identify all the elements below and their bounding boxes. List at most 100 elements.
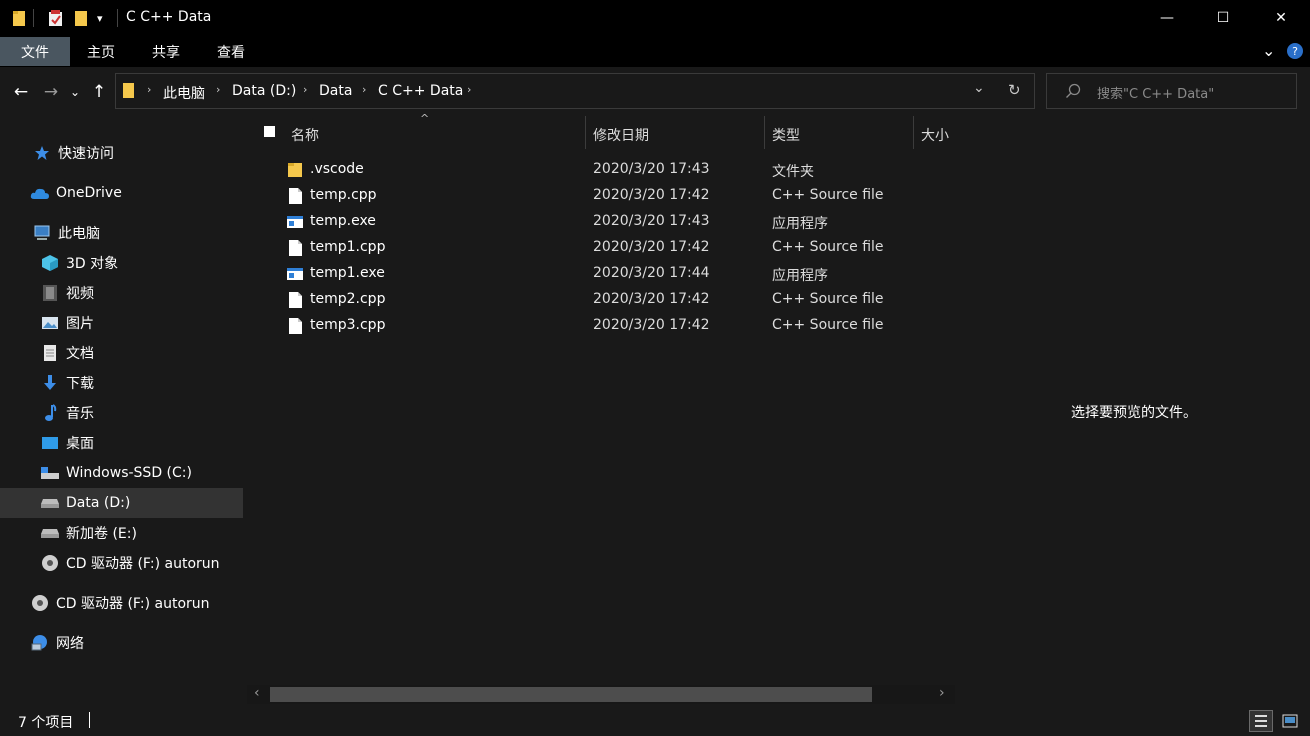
file-type: C++ Source file	[772, 187, 884, 203]
nav-item-desktop[interactable]: 桌面	[0, 428, 243, 458]
music-icon	[40, 403, 60, 423]
up-button[interactable]: ↑	[88, 81, 110, 103]
drive-icon	[40, 523, 60, 543]
nav-item-videos[interactable]: 视频	[0, 278, 243, 308]
refresh-icon[interactable]: ↻	[1008, 81, 1021, 99]
properties-icon[interactable]	[48, 9, 64, 27]
file-row[interactable]: temp.cpp 2020/3/20 17:42 C++ Source file	[247, 183, 955, 209]
cd-drive-icon	[40, 553, 60, 573]
file-list: 名称 ^ 修改日期 类型 大小 .vscode 2020/3/20 17:43 …	[247, 112, 955, 704]
drive-icon	[40, 493, 60, 513]
tab-file[interactable]: 文件	[0, 37, 70, 66]
details-view-icon[interactable]	[1249, 710, 1273, 732]
address-bar[interactable]: › 此电脑 › Data (D:) › Data › C C++ Data › …	[115, 73, 1035, 109]
file-type: C++ Source file	[772, 239, 884, 255]
back-button[interactable]: ←	[10, 81, 32, 103]
customize-quick-access-icon[interactable]: ▾	[97, 9, 103, 27]
nav-item-label: 文档	[66, 346, 94, 362]
scrollbar-thumb[interactable]	[270, 687, 872, 702]
breadcrumb-separator[interactable]: ›	[147, 83, 151, 96]
nav-item-cd-drive-root[interactable]: CD 驱动器 (F:) autorun	[0, 588, 243, 618]
nav-item-network[interactable]: 网络	[0, 628, 243, 658]
nav-item-quick-access[interactable]: 快速访问	[0, 138, 243, 168]
nav-item-music[interactable]: 音乐	[0, 398, 243, 428]
nav-item-label: 音乐	[66, 406, 94, 422]
scroll-right-icon[interactable]: ›	[939, 685, 945, 701]
file-modified: 2020/3/20 17:42	[593, 317, 710, 333]
breadcrumb-separator[interactable]: ›	[216, 83, 220, 96]
search-placeholder: 搜索"C C++ Data"	[1097, 87, 1215, 102]
file-row[interactable]: temp3.cpp 2020/3/20 17:42 C++ Source fil…	[247, 313, 955, 339]
horizontal-scrollbar[interactable]: ‹ ›	[247, 685, 955, 704]
file-row[interactable]: temp.exe 2020/3/20 17:43 应用程序	[247, 209, 955, 235]
divider	[117, 9, 118, 27]
maximize-button[interactable]: ☐	[1194, 0, 1252, 36]
breadcrumb-this-pc[interactable]: 此电脑	[163, 83, 205, 103]
breadcrumb-separator[interactable]: ›	[362, 83, 366, 96]
ribbon: 文件 主页 共享 查看 ⌄ ?	[0, 37, 1310, 67]
nav-item-drive-e[interactable]: 新加卷 (E:)	[0, 518, 243, 548]
tab-view[interactable]: 查看	[200, 37, 262, 66]
folder-icon	[288, 163, 302, 177]
file-row[interactable]: temp1.exe 2020/3/20 17:44 应用程序	[247, 261, 955, 287]
nav-item-onedrive[interactable]: OneDrive	[0, 178, 243, 208]
help-icon[interactable]: ?	[1287, 43, 1303, 59]
nav-item-downloads[interactable]: 下载	[0, 368, 243, 398]
nav-item-label: CD 驱动器 (F:) autorun	[66, 556, 220, 572]
file-name: temp3.cpp	[310, 317, 386, 333]
column-divider[interactable]	[585, 116, 586, 149]
recent-locations-button[interactable]: ⌄	[64, 81, 86, 103]
file-row[interactable]: temp2.cpp 2020/3/20 17:42 C++ Source fil…	[247, 287, 955, 313]
breadcrumb-drive-d[interactable]: Data (D:)	[232, 83, 296, 99]
cloud-icon	[30, 183, 50, 203]
close-button[interactable]: ✕	[1252, 0, 1310, 36]
tab-share[interactable]: 共享	[135, 37, 197, 66]
file-type: 文件夹	[772, 164, 814, 180]
breadcrumb-data[interactable]: Data	[319, 83, 352, 99]
scroll-left-icon[interactable]: ‹	[254, 685, 260, 701]
address-row: ← → ⌄ ↑ › 此电脑 › Data (D:) › Data › C C++…	[0, 67, 1310, 116]
sort-ascending-icon: ^	[420, 112, 430, 125]
breadcrumb-c-cpp-data[interactable]: C C++ Data	[378, 83, 463, 99]
minimize-button[interactable]: —	[1138, 0, 1196, 36]
file-icon	[289, 292, 302, 308]
nav-item-documents[interactable]: 文档	[0, 338, 243, 368]
nav-item-this-pc[interactable]: 此电脑	[0, 218, 243, 248]
nav-item-label: 快速访问	[58, 146, 114, 162]
nav-item-cd-drive[interactable]: CD 驱动器 (F:) autorun	[0, 548, 243, 578]
nav-item-pictures[interactable]: 图片	[0, 308, 243, 338]
new-folder-icon[interactable]	[74, 9, 88, 27]
breadcrumb-separator[interactable]: ›	[303, 83, 307, 96]
file-modified: 2020/3/20 17:42	[593, 187, 710, 203]
tab-home[interactable]: 主页	[70, 37, 132, 66]
breadcrumb-separator[interactable]: ›	[467, 83, 471, 96]
search-input[interactable]: 搜索"C C++ Data"	[1046, 73, 1297, 109]
exe-icon	[287, 268, 303, 280]
select-all-checkbox[interactable]	[264, 126, 275, 137]
file-type: C++ Source file	[772, 291, 884, 307]
nav-item-label: 此电脑	[58, 226, 100, 242]
file-modified: 2020/3/20 17:42	[593, 239, 710, 255]
expand-ribbon-icon[interactable]: ⌄	[1262, 41, 1275, 60]
column-header-modified[interactable]: 修改日期	[593, 125, 649, 145]
column-divider[interactable]	[913, 116, 914, 149]
file-name: .vscode	[310, 161, 364, 177]
column-divider[interactable]	[764, 116, 765, 149]
forward-button[interactable]: →	[40, 81, 62, 103]
nav-item-label: Windows-SSD (C:)	[66, 465, 192, 481]
address-dropdown-icon[interactable]: ⌄	[973, 80, 985, 96]
column-header-size[interactable]: 大小	[921, 125, 949, 145]
cube-icon	[40, 253, 60, 273]
column-header-row: 名称 ^ 修改日期 类型 大小	[247, 112, 955, 151]
nav-item-label: CD 驱动器 (F:) autorun	[56, 596, 210, 612]
column-header-type[interactable]: 类型	[772, 125, 800, 145]
file-row[interactable]: .vscode 2020/3/20 17:43 文件夹	[247, 157, 955, 183]
nav-item-drive-d[interactable]: Data (D:)	[0, 488, 243, 518]
nav-item-drive-c[interactable]: Windows-SSD (C:)	[0, 458, 243, 488]
nav-item-3d-objects[interactable]: 3D 对象	[0, 248, 243, 278]
large-icons-view-icon[interactable]	[1278, 710, 1302, 732]
column-header-name[interactable]: 名称	[291, 125, 319, 145]
title-bar: ▾ C C++ Data — ☐ ✕	[0, 0, 1310, 37]
file-type: 应用程序	[772, 216, 828, 232]
file-row[interactable]: temp1.cpp 2020/3/20 17:42 C++ Source fil…	[247, 235, 955, 261]
